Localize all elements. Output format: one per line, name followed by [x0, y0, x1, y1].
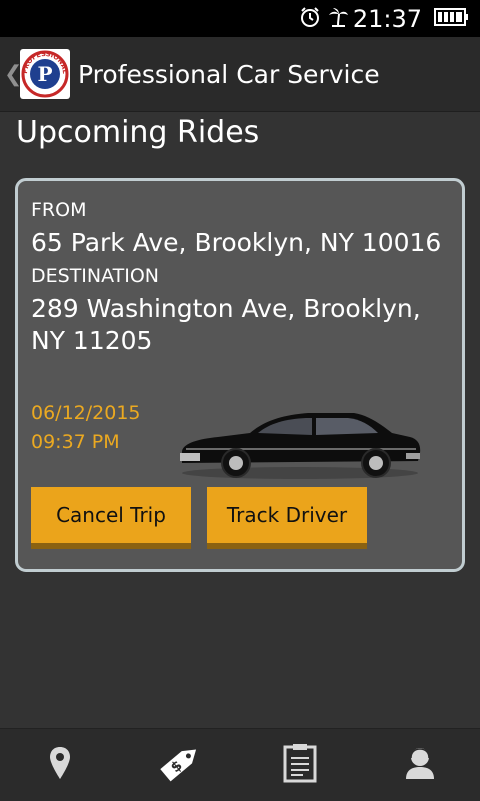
- svg-text:P: P: [37, 62, 52, 86]
- price-tag-icon: $: [155, 738, 205, 792]
- page-title: Upcoming Rides: [16, 115, 260, 150]
- from-label: FROM: [31, 199, 87, 221]
- ride-time: 09:37 PM: [31, 431, 120, 453]
- nav-profile[interactable]: [360, 729, 480, 801]
- track-driver-button[interactable]: Track Driver: [207, 487, 367, 549]
- action-bar: ❮ P PROFESSIONAL Professional Car Servic…: [0, 37, 480, 112]
- cancel-trip-button[interactable]: Cancel Trip: [31, 487, 191, 549]
- nav-map[interactable]: [0, 729, 120, 801]
- app-title: Professional Car Service: [78, 59, 380, 89]
- destination-address: 289 Washington Ave, Brooklyn, NY 11205: [31, 294, 421, 355]
- app-logo[interactable]: P PROFESSIONAL: [20, 49, 70, 99]
- battery-icon: [434, 7, 470, 31]
- user-icon: [404, 746, 436, 784]
- nav-rides[interactable]: $: [120, 729, 240, 801]
- destination-label: DESTINATION: [31, 265, 160, 287]
- chevron-left-icon[interactable]: ❮: [4, 62, 22, 87]
- bottom-navigation: $: [0, 728, 480, 801]
- ride-date: 06/12/2015: [31, 402, 141, 424]
- ride-card: FROM 65 Park Ave, Brooklyn, NY 10016 DES…: [15, 178, 465, 572]
- status-bar: 21:37: [0, 0, 480, 37]
- nav-trips[interactable]: [240, 729, 360, 801]
- map-pin-icon: [48, 745, 72, 785]
- clock-time: 21:37: [352, 4, 422, 33]
- alarm-icon: [299, 6, 321, 32]
- logo-graphic: P PROFESSIONAL: [21, 50, 69, 98]
- palm-tree-icon: [327, 6, 349, 32]
- from-address: 65 Park Ave, Brooklyn, NY 10016: [31, 228, 442, 257]
- clipboard-icon: [283, 743, 317, 787]
- car-image: [180, 413, 421, 479]
